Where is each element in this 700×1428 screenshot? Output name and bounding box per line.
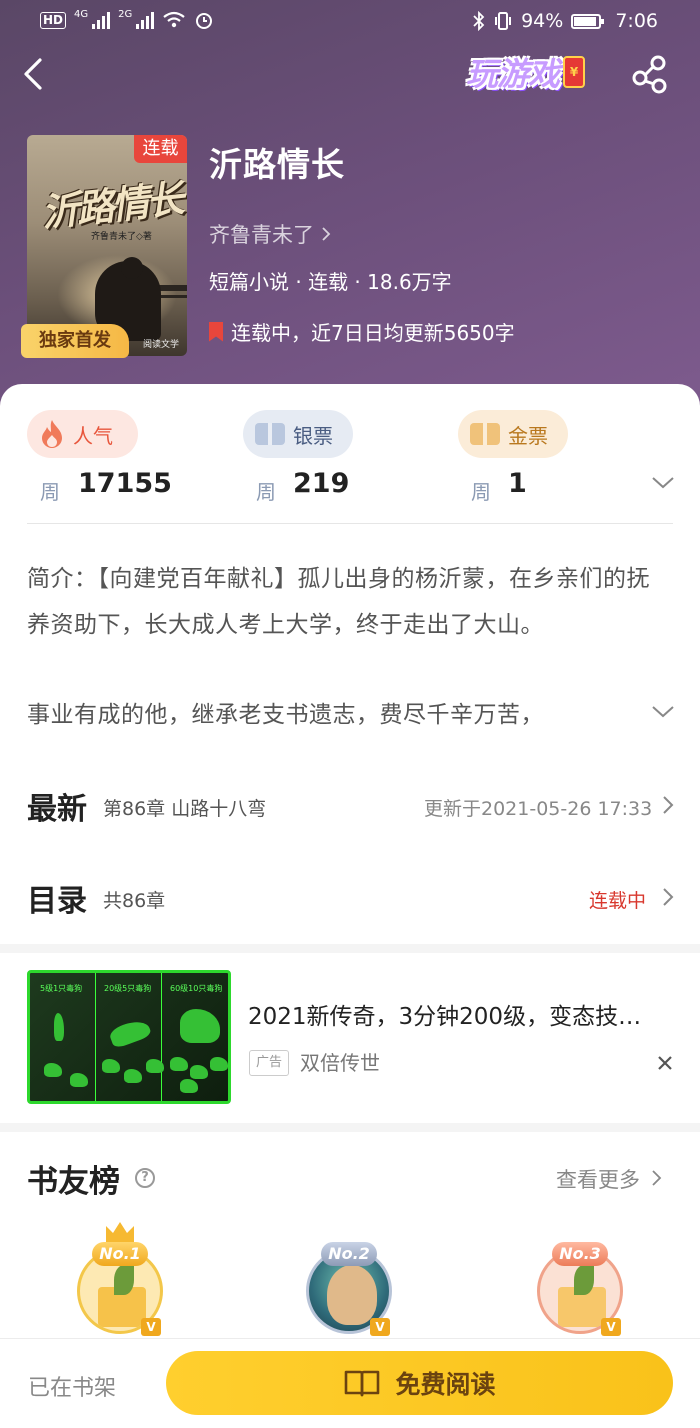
- serial-tag: 连载: [134, 135, 187, 163]
- vip-mark: V: [601, 1318, 621, 1336]
- free-read-label: 免费阅读: [395, 1370, 496, 1399]
- intro-text-continued: 事业有成的他，继承老支书遗志，费尽千辛万苦，: [27, 702, 544, 728]
- flame-icon: [42, 420, 62, 448]
- silver-ticket-icon: [255, 423, 285, 445]
- signal-icon-2: [136, 11, 155, 29]
- vip-mark: V: [370, 1318, 390, 1336]
- latest-title: 最新: [27, 792, 87, 827]
- silver-ticket-label: 银票: [293, 423, 333, 448]
- catalog-count: 共86章: [103, 890, 166, 912]
- open-book-icon: [345, 1370, 380, 1397]
- latest-updated-time: 更新于2021-05-26 17:33: [424, 798, 653, 820]
- author-link[interactable]: 齐鲁青未了: [209, 219, 331, 249]
- update-info-text: 连载中，近7日日均更新5650字: [231, 321, 515, 345]
- friends-ranking-title: 书友榜: [27, 1164, 120, 1200]
- see-more-link[interactable]: 查看更多: [556, 1164, 663, 1194]
- battery-percent: 94%: [521, 10, 564, 32]
- update-info: 连载中，近7日日均更新5650字: [209, 317, 515, 346]
- clock-time: 7:06: [615, 10, 658, 32]
- bluetooth-icon: [473, 11, 485, 31]
- status-bar: HD 4G 2G 94% 7:06: [0, 0, 700, 44]
- latest-chapter-name: 第86章 山路十八弯: [103, 798, 267, 820]
- chevron-right-icon: [663, 888, 674, 906]
- share-icon: [632, 55, 667, 94]
- intro-expand-icon[interactable]: [651, 705, 675, 719]
- tickets-expand-icon[interactable]: [651, 476, 675, 490]
- share-button[interactable]: [630, 54, 672, 96]
- leaf: [574, 1265, 594, 1295]
- network-4g-label: 4G: [74, 8, 89, 20]
- book-meta: 短篇小说 · 连载 · 18.6万字: [209, 270, 452, 294]
- ad-creature: [124, 1069, 142, 1083]
- popularity-pill[interactable]: 人气: [27, 410, 138, 458]
- vip-mark: V: [141, 1318, 161, 1336]
- popularity-label: 人气: [73, 423, 113, 448]
- ad-creature: [70, 1073, 88, 1087]
- ad-creature: [210, 1057, 228, 1071]
- divider: [27, 523, 673, 524]
- avatar-figure: [327, 1265, 377, 1325]
- ad-title[interactable]: 2021新传奇，3分钟200级，变态技…: [248, 997, 683, 1031]
- play-game-label: 玩游戏: [466, 55, 560, 93]
- leaf: [114, 1265, 134, 1295]
- alarm-icon: [196, 13, 213, 29]
- catalog-title: 目录: [27, 884, 87, 919]
- popularity-value: 17155: [78, 468, 172, 499]
- silver-ticket-period: 周: [256, 480, 276, 504]
- popularity-period: 周: [40, 480, 60, 504]
- chevron-right-icon: [652, 1170, 661, 1186]
- back-button[interactable]: [18, 54, 54, 94]
- see-more-label: 查看更多: [556, 1168, 640, 1192]
- intro-text: 简介：【向建党百年献礼】孤儿出身的杨沂蒙，在乡亲们的抚养资助下，长大成人考上大学…: [27, 566, 650, 638]
- hd-indicator: HD: [40, 11, 67, 29]
- book-title: 沂路情长: [209, 145, 345, 184]
- ad-image-label: 5级1只毒狗: [40, 984, 83, 993]
- cover-author: 齐鲁青未了◇著: [91, 232, 152, 242]
- rank-3-badge: No.3: [552, 1242, 608, 1266]
- on-shelf-button[interactable]: 已在书架: [28, 1370, 116, 1402]
- gold-ticket-label: 金票: [508, 423, 548, 448]
- gold-ticket-pill[interactable]: 金票: [458, 410, 568, 458]
- ad-creature: [180, 1009, 220, 1043]
- vibrate-icon: [495, 12, 512, 30]
- network-2g-label: 2G: [118, 8, 133, 20]
- ad-badge: 广告: [249, 1050, 289, 1076]
- ad-image-label: 20级5只毒狗: [104, 984, 152, 993]
- gold-ticket-icon: [470, 423, 500, 445]
- chevron-right-icon: [322, 227, 330, 241]
- silver-ticket-pill[interactable]: 银票: [243, 410, 353, 458]
- chevron-right-icon: [663, 796, 674, 814]
- ad-creature: [44, 1063, 62, 1077]
- chevron-left-icon: [24, 58, 42, 90]
- catalog-status: 连载中: [589, 890, 647, 912]
- gold-ticket-period: 周: [471, 480, 491, 504]
- author-name: 齐鲁青未了: [209, 223, 314, 247]
- silver-ticket-value: 219: [293, 468, 350, 499]
- signal-icon: [92, 11, 111, 29]
- cover-title: 沂路情长: [39, 176, 184, 236]
- bookmark-icon: [209, 321, 223, 342]
- gold-ticket-value: 1: [508, 468, 527, 499]
- ad-creature: [146, 1059, 164, 1073]
- rank-1-badge: No.1: [92, 1242, 148, 1266]
- free-read-button[interactable]: 免费阅读: [166, 1351, 673, 1415]
- exclusive-tag: 独家首发: [21, 324, 129, 358]
- cover-publisher: 阅读文学: [142, 340, 179, 350]
- ad-image[interactable]: 5级1只毒狗 20级5只毒狗 60级10只毒狗: [27, 970, 231, 1104]
- book-cover[interactable]: 沂路情长 齐鲁青未了◇著 阅读文学: [27, 135, 187, 356]
- red-packet-icon: ¥: [563, 56, 586, 88]
- help-icon[interactable]: ?: [135, 1168, 155, 1188]
- ad-source: 双倍传世: [300, 1051, 380, 1075]
- wifi-icon: [163, 11, 185, 28]
- ad-creature: [180, 1079, 198, 1093]
- play-game-button[interactable]: 玩游戏 ¥: [466, 50, 586, 94]
- cover-figure-head: [121, 257, 143, 279]
- ad-creature: [170, 1057, 188, 1071]
- ad-creature: [102, 1059, 120, 1073]
- close-icon[interactable]: [654, 1052, 676, 1074]
- ad-creature: [190, 1065, 208, 1079]
- battery-icon: [571, 13, 605, 29]
- rank-2-badge: No.2: [321, 1242, 377, 1266]
- ad-image-label: 60级10只毒狗: [170, 984, 223, 993]
